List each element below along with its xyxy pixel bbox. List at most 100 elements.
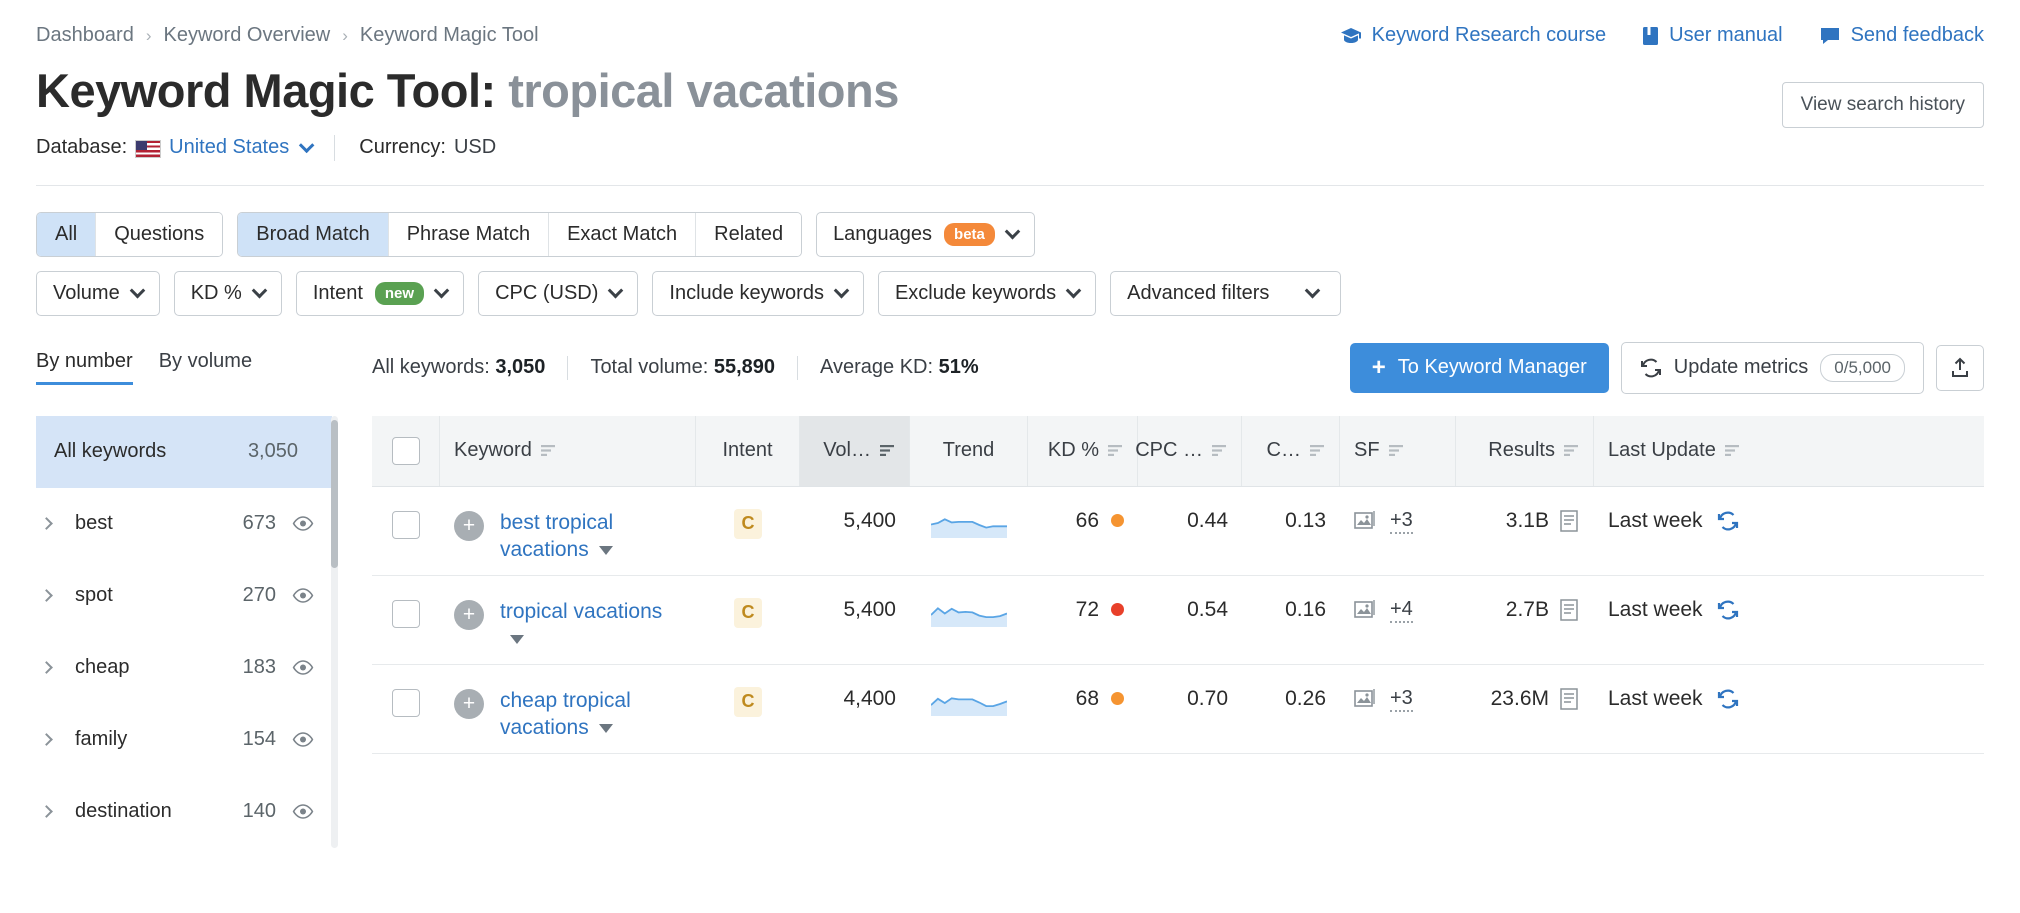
- intent-badge[interactable]: C: [734, 509, 762, 539]
- sidebar-item-family[interactable]: family 154: [36, 704, 332, 776]
- cpc-filter-dropdown[interactable]: CPC (USD): [478, 271, 638, 316]
- volume-filter-dropdown[interactable]: Volume: [36, 271, 160, 316]
- sidebar-item-destination[interactable]: destination 140: [36, 776, 332, 848]
- serp-feature-more[interactable]: +3: [1390, 509, 1413, 534]
- document-icon[interactable]: [1560, 687, 1580, 711]
- send-feedback-link[interactable]: Send feedback: [1819, 24, 1984, 47]
- column-header-volume[interactable]: Vol…: [800, 416, 910, 486]
- document-icon[interactable]: [1560, 598, 1580, 622]
- serp-feature-more[interactable]: +3: [1390, 687, 1413, 712]
- kd-value: 68: [1076, 687, 1099, 711]
- advanced-filters-dropdown[interactable]: Advanced filters: [1110, 271, 1341, 316]
- keyword-research-course-label: Keyword Research course: [1372, 24, 1607, 47]
- sidebar-item-best[interactable]: best 673: [36, 488, 332, 560]
- refresh-icon[interactable]: [1717, 510, 1739, 532]
- eye-icon[interactable]: [292, 660, 314, 675]
- intent-filter-dropdown[interactable]: Intent new: [296, 271, 464, 316]
- column-header-trend[interactable]: Trend: [910, 416, 1028, 486]
- plus-icon: +: [1372, 356, 1386, 380]
- serp-feature-image-icon[interactable]: [1354, 509, 1378, 533]
- trend-sparkline: [931, 690, 1007, 716]
- serp-feature-image-icon[interactable]: [1354, 687, 1378, 711]
- add-keyword-icon[interactable]: +: [454, 511, 484, 541]
- segment-all[interactable]: All: [37, 213, 96, 256]
- eye-icon[interactable]: [292, 516, 314, 531]
- languages-dropdown[interactable]: Languages beta: [816, 212, 1035, 257]
- keyword-research-course-link[interactable]: Keyword Research course: [1340, 24, 1607, 47]
- chevron-right-icon: [40, 589, 53, 602]
- column-header-kd[interactable]: KD %: [1028, 416, 1138, 486]
- trend-cell: [910, 665, 1028, 753]
- to-keyword-manager-button[interactable]: + To Keyword Manager: [1350, 343, 1609, 393]
- sort-icon: [1310, 444, 1325, 457]
- keyword-cell: + tropical vacations: [440, 576, 696, 664]
- sort-icon: [541, 444, 556, 457]
- refresh-icon[interactable]: [1717, 688, 1739, 710]
- row-checkbox[interactable]: [392, 600, 420, 628]
- column-header-keyword[interactable]: Keyword: [440, 416, 696, 486]
- refresh-icon[interactable]: [1717, 599, 1739, 621]
- chevron-down-icon: [834, 283, 850, 299]
- keyword-link[interactable]: best tropical vacations: [500, 509, 682, 564]
- select-all-checkbox[interactable]: [392, 437, 420, 465]
- segment-exact-match[interactable]: Exact Match: [549, 213, 696, 256]
- update-metrics-button[interactable]: Update metrics 0/5,000: [1621, 342, 1924, 394]
- row-select-cell[interactable]: [372, 576, 440, 664]
- eye-icon[interactable]: [292, 732, 314, 747]
- sf-cell: +3: [1340, 665, 1456, 753]
- add-keyword-icon[interactable]: +: [454, 689, 484, 719]
- chevron-down-icon[interactable]: [599, 724, 613, 733]
- chevron-right-icon: [40, 517, 53, 530]
- row-checkbox[interactable]: [392, 689, 420, 717]
- breadcrumb-item-dashboard[interactable]: Dashboard: [36, 24, 134, 47]
- segment-questions[interactable]: Questions: [96, 213, 222, 256]
- chevron-down-icon[interactable]: [599, 546, 613, 555]
- row-select-cell[interactable]: [372, 487, 440, 575]
- row-select-cell[interactable]: [372, 665, 440, 753]
- keyword-link[interactable]: tropical vacations: [500, 598, 682, 653]
- languages-label: Languages: [833, 223, 932, 246]
- sidebar-item-spot[interactable]: spot 270: [36, 560, 332, 632]
- chevron-down-icon[interactable]: [299, 138, 315, 154]
- select-all-header[interactable]: [372, 416, 440, 486]
- sidebar-scrollbar[interactable]: [331, 416, 338, 848]
- breadcrumb-item-keyword-overview[interactable]: Keyword Overview: [164, 24, 331, 47]
- column-header-last-update[interactable]: Last Update: [1594, 416, 1774, 486]
- column-header-competition[interactable]: C…: [1242, 416, 1340, 486]
- sidebar-scrollbar-thumb[interactable]: [331, 420, 338, 568]
- serp-feature-image-icon[interactable]: [1354, 598, 1378, 622]
- keyword-link[interactable]: cheap tropical vacations: [500, 687, 682, 742]
- column-header-cpc[interactable]: CPC …: [1138, 416, 1242, 486]
- add-keyword-icon[interactable]: +: [454, 600, 484, 630]
- include-keywords-dropdown[interactable]: Include keywords: [652, 271, 864, 316]
- tab-by-volume[interactable]: By volume: [159, 350, 252, 385]
- segment-related[interactable]: Related: [696, 213, 801, 256]
- column-header-intent[interactable]: Intent: [696, 416, 800, 486]
- exclude-keywords-dropdown[interactable]: Exclude keywords: [878, 271, 1096, 316]
- tab-by-number[interactable]: By number: [36, 350, 133, 385]
- export-button[interactable]: [1936, 345, 1984, 391]
- chevron-down-icon: [129, 283, 145, 299]
- column-header-sf[interactable]: SF: [1340, 416, 1456, 486]
- sort-icon: [1212, 444, 1227, 457]
- intent-badge[interactable]: C: [734, 687, 762, 717]
- document-icon[interactable]: [1560, 509, 1580, 533]
- match-type-row: All Questions Broad Match Phrase Match E…: [36, 212, 1984, 257]
- kd-filter-dropdown[interactable]: KD %: [174, 271, 282, 316]
- sidebar-item-all-keywords[interactable]: All keywords 3,050: [36, 416, 332, 488]
- eye-icon[interactable]: [292, 588, 314, 603]
- segment-phrase-match[interactable]: Phrase Match: [389, 213, 549, 256]
- column-header-results[interactable]: Results: [1456, 416, 1594, 486]
- sidebar-item-cheap[interactable]: cheap 183: [36, 632, 332, 704]
- serp-feature-more[interactable]: +4: [1390, 598, 1413, 623]
- user-manual-link[interactable]: User manual: [1642, 24, 1782, 47]
- column-header-keyword-label: Keyword: [454, 439, 532, 462]
- database-value[interactable]: United States: [169, 136, 289, 159]
- view-search-history-button[interactable]: View search history: [1782, 82, 1984, 128]
- intent-badge[interactable]: C: [734, 598, 762, 628]
- last-update-cell: Last week: [1594, 665, 1774, 753]
- chevron-down-icon[interactable]: [510, 635, 524, 644]
- row-checkbox[interactable]: [392, 511, 420, 539]
- segment-broad-match[interactable]: Broad Match: [238, 213, 388, 256]
- eye-icon[interactable]: [292, 804, 314, 819]
